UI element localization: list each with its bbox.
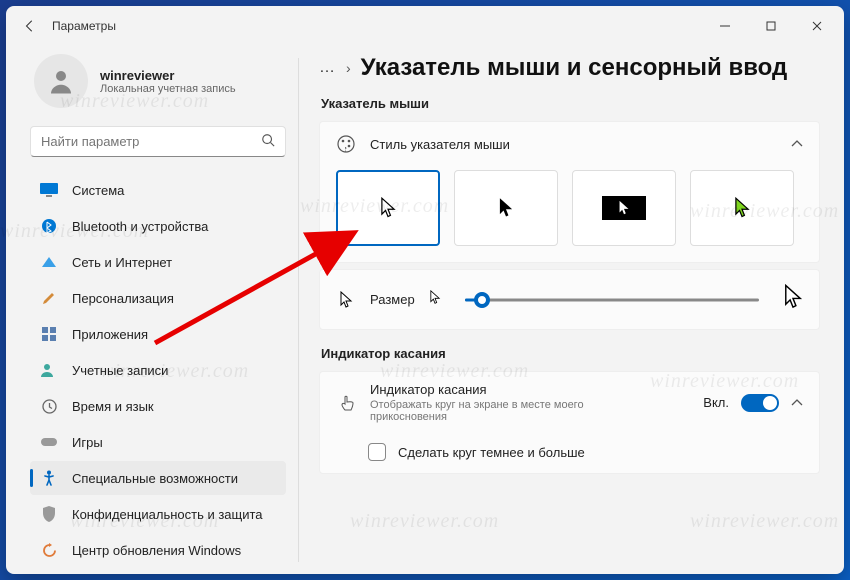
cursor-small-icon <box>336 290 356 310</box>
sidebar-item-update[interactable]: Центр обновления Windows <box>30 533 286 566</box>
sidebar-item-label: Время и язык <box>72 399 154 414</box>
bluetooth-icon <box>40 217 58 235</box>
sidebar-item-label: Конфиденциальность и защита <box>72 507 263 522</box>
touch-sub: Отображать круг на экране в месте моего … <box>370 399 650 423</box>
chevron-right-icon: › <box>346 60 351 76</box>
sidebar-item-label: Сеть и Интернет <box>72 255 172 270</box>
pointer-style-card: Стиль указателя мыши <box>319 121 820 263</box>
sidebar-item-apps[interactable]: Приложения <box>30 317 286 351</box>
sidebar-item-network[interactable]: Сеть и Интернет <box>30 245 286 279</box>
sidebar-item-label: Приложения <box>72 327 148 342</box>
cursor-preview-small-icon <box>429 290 441 310</box>
pointer-style-inverted[interactable] <box>572 170 676 246</box>
cursor-preview-large-icon <box>783 284 803 315</box>
darker-label: Сделать круг темнее и больше <box>398 445 585 460</box>
sidebar-item-label: Специальные возможности <box>72 471 238 486</box>
chevron-up-icon <box>791 137 803 151</box>
chevron-up-icon[interactable] <box>791 396 803 410</box>
touch-toggle[interactable] <box>741 394 779 412</box>
sidebar-item-accounts[interactable]: Учетные записи <box>30 353 286 387</box>
sidebar-item-privacy[interactable]: Конфиденциальность и защита <box>30 497 286 531</box>
section-pointer: Указатель мыши <box>321 96 820 111</box>
avatar <box>34 54 88 108</box>
profile-block[interactable]: winreviewer Локальная учетная запись <box>30 46 286 126</box>
palette-icon <box>336 134 356 154</box>
touch-indicator-row[interactable]: Индикатор касания Отображать круг на экр… <box>320 372 819 433</box>
page-title: Указатель мыши и сенсорный ввод <box>361 54 788 82</box>
pointer-style-white[interactable] <box>336 170 440 246</box>
wifi-icon <box>40 253 58 271</box>
search-input[interactable] <box>41 134 261 149</box>
breadcrumb-more[interactable]: … <box>319 59 336 77</box>
slider-thumb[interactable] <box>474 292 490 308</box>
close-button[interactable] <box>794 10 840 42</box>
pointer-style-title: Стиль указателя мыши <box>370 137 510 152</box>
size-label: Размер <box>370 292 415 307</box>
sidebar-item-personalization[interactable]: Персонализация <box>30 281 286 315</box>
accounts-icon <box>40 361 58 379</box>
touch-indicator-card: Индикатор касания Отображать круг на экр… <box>319 371 820 474</box>
back-button[interactable] <box>14 10 46 42</box>
sidebar-item-accessibility[interactable]: Специальные возможности <box>30 461 286 495</box>
monitor-icon <box>40 181 58 199</box>
minimize-button[interactable] <box>702 10 748 42</box>
size-slider[interactable] <box>465 290 759 310</box>
pointer-size-row: Размер <box>319 269 820 330</box>
window-title: Параметры <box>52 19 116 33</box>
sidebar-item-label: Система <box>72 183 124 198</box>
profile-name: winreviewer <box>100 68 236 83</box>
toggle-state-label: Вкл. <box>703 395 729 410</box>
update-icon <box>40 541 58 559</box>
pointer-style-header[interactable]: Стиль указателя мыши <box>320 122 819 166</box>
pointer-style-black[interactable] <box>454 170 558 246</box>
maximize-button[interactable] <box>748 10 794 42</box>
sidebar-item-games[interactable]: Игры <box>30 425 286 459</box>
sidebar-item-label: Персонализация <box>72 291 174 306</box>
clock-icon <box>40 397 58 415</box>
sidebar-item-time[interactable]: Время и язык <box>30 389 286 423</box>
sidebar-item-label: Bluetooth и устройства <box>72 219 208 234</box>
search-icon <box>261 133 275 150</box>
sidebar-item-bluetooth[interactable]: Bluetooth и устройства <box>30 209 286 243</box>
darker-checkbox[interactable] <box>368 443 386 461</box>
accessibility-icon <box>40 469 58 487</box>
sidebar-item-label: Центр обновления Windows <box>72 543 241 558</box>
section-touch: Индикатор касания <box>321 346 820 361</box>
apps-icon <box>40 325 58 343</box>
profile-sub: Локальная учетная запись <box>100 83 236 95</box>
sidebar-item-label: Учетные записи <box>72 363 168 378</box>
touch-icon <box>336 393 356 413</box>
sidebar-item-system[interactable]: Система <box>30 173 286 207</box>
brush-icon <box>40 289 58 307</box>
gamepad-icon <box>40 433 58 451</box>
search-box[interactable] <box>30 126 286 157</box>
sidebar-item-label: Игры <box>72 435 103 450</box>
shield-icon <box>40 505 58 523</box>
touch-title: Индикатор касания <box>370 382 650 397</box>
pointer-style-custom[interactable] <box>690 170 794 246</box>
